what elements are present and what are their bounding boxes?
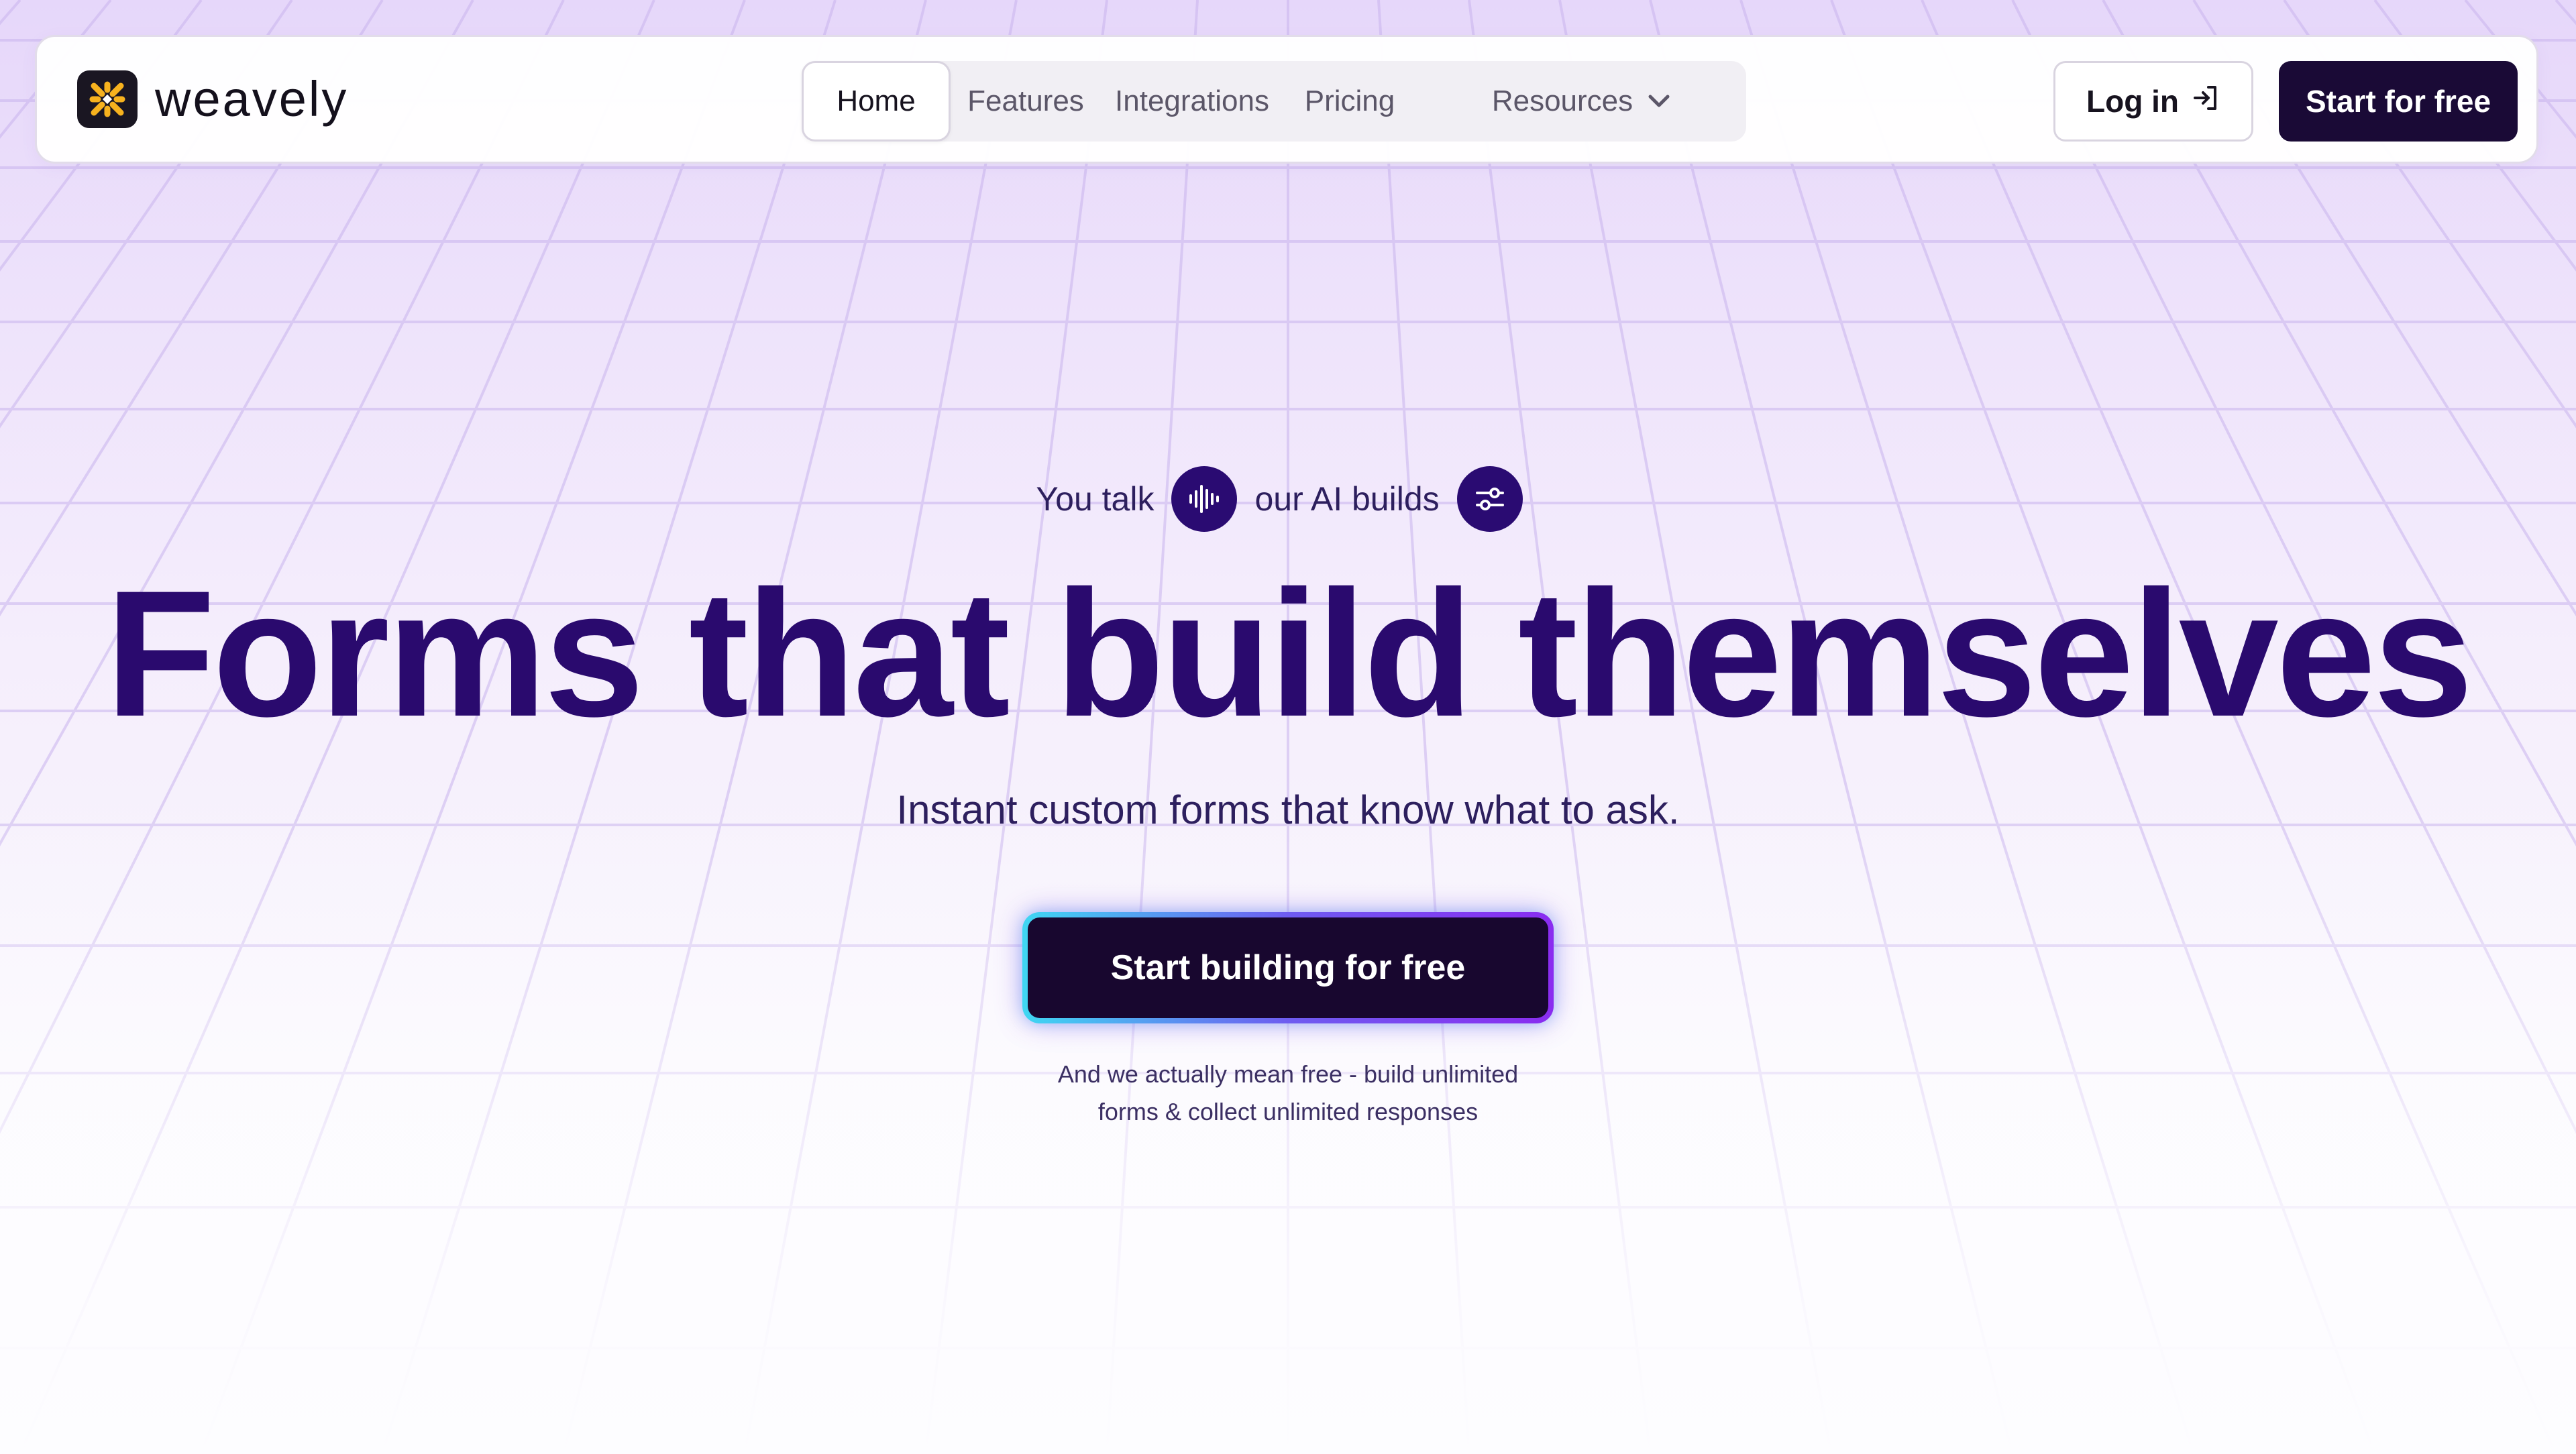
- login-button[interactable]: Log in: [2053, 61, 2253, 142]
- nav-tab-integrations[interactable]: Integrations: [1101, 61, 1283, 142]
- login-button-label: Log in: [2086, 84, 2179, 119]
- nav-tab-resources[interactable]: Resources: [1416, 61, 1746, 142]
- hero-tagline: You talk our AI builds: [0, 465, 2576, 533]
- tagline-you-talk: You talk: [1036, 480, 1155, 518]
- chevron-down-icon: [1648, 94, 1670, 109]
- weavely-logo-icon: [77, 70, 138, 128]
- hero-headline: Forms that build themselves: [105, 553, 2473, 754]
- start-building-button[interactable]: Start building for free: [1022, 912, 1554, 1023]
- nav-tab-resources-label: Resources: [1491, 85, 1633, 117]
- voice-wave-icon: [1171, 466, 1238, 532]
- nav-tab-pricing[interactable]: Pricing: [1283, 61, 1416, 142]
- brand-name: weavely: [155, 71, 349, 127]
- hero-footnote: And we actually mean free - build unlimi…: [0, 1056, 2576, 1131]
- tagline-ai-builds: our AI builds: [1254, 480, 1440, 518]
- footnote-line-2: forms & collect unlimited responses: [1097, 1098, 1479, 1125]
- start-for-free-button[interactable]: Start for free: [2279, 61, 2518, 142]
- nav-tabs: Home Features Integrations Pricing Resou…: [802, 61, 1746, 142]
- hero-subhead: Instant custom forms that know what to a…: [896, 787, 1680, 832]
- login-arrow-icon: [2191, 83, 2220, 120]
- brand[interactable]: weavely: [77, 70, 348, 128]
- sliders-icon: [1456, 466, 1523, 532]
- nav-tab-features[interactable]: Features: [951, 61, 1101, 142]
- footnote-line-1: And we actually mean free - build unlimi…: [1057, 1060, 1519, 1088]
- nav-tab-home[interactable]: Home: [802, 61, 951, 142]
- navbar: weavely Home Features Integrations Prici…: [35, 35, 2538, 164]
